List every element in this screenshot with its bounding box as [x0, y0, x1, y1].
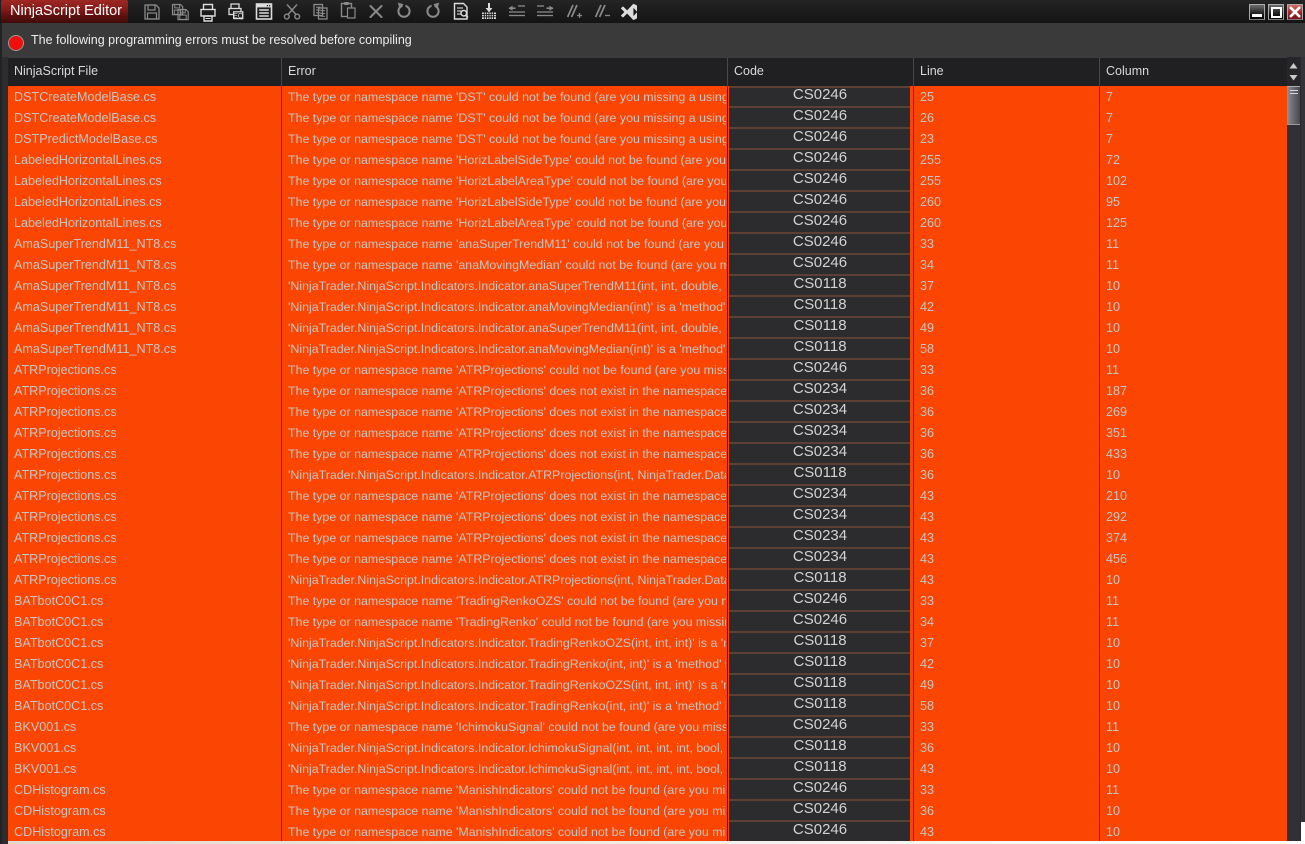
svg-text:EQ: EQ	[233, 13, 244, 20]
